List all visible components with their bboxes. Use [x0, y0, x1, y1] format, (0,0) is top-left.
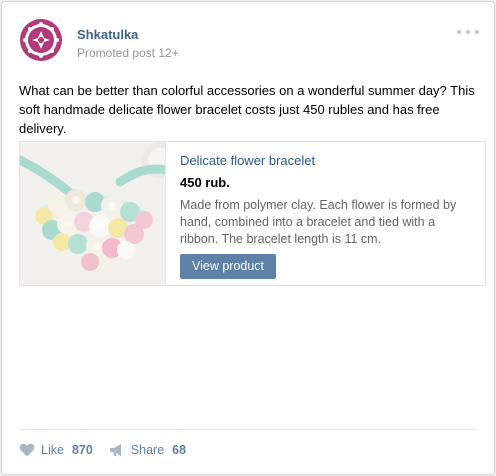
share-label: Share: [130, 443, 165, 457]
divider: [19, 429, 477, 430]
post-card: Shkatulka Promoted post 12+ What can be …: [1, 1, 495, 475]
product-price: 450 rub.: [180, 175, 230, 190]
post-header: Shkatulka Promoted post 12+: [19, 16, 479, 62]
view-product-button[interactable]: View product: [180, 254, 277, 279]
promoted-label: Promoted post 12+: [77, 46, 179, 60]
product-title[interactable]: Delicate flower bracelet: [180, 152, 470, 169]
product-description: Made from polymer clay. Each flower is f…: [180, 198, 457, 246]
share-count: 68: [172, 443, 187, 457]
product-image[interactable]: [20, 142, 166, 285]
like-count: 870: [71, 443, 93, 457]
post-actions: Like 870 Share 68: [19, 440, 202, 460]
post-text: What can be better than colorful accesso…: [19, 83, 475, 136]
product-info: Delicate flower bracelet 450 rub. Made f…: [180, 152, 470, 279]
megaphone-icon: [109, 444, 121, 456]
like-label: Like: [41, 443, 64, 457]
share-button[interactable]: Share 68: [109, 440, 186, 460]
product-card[interactable]: Delicate flower bracelet 450 rub. Made f…: [19, 141, 486, 286]
more-dots-icon[interactable]: [457, 26, 479, 38]
author-name[interactable]: Shkatulka: [77, 27, 138, 42]
like-button[interactable]: Like 870: [19, 440, 93, 460]
heart-icon: [19, 443, 35, 457]
avatar[interactable]: [19, 18, 63, 62]
avatar-logo: [20, 19, 62, 61]
